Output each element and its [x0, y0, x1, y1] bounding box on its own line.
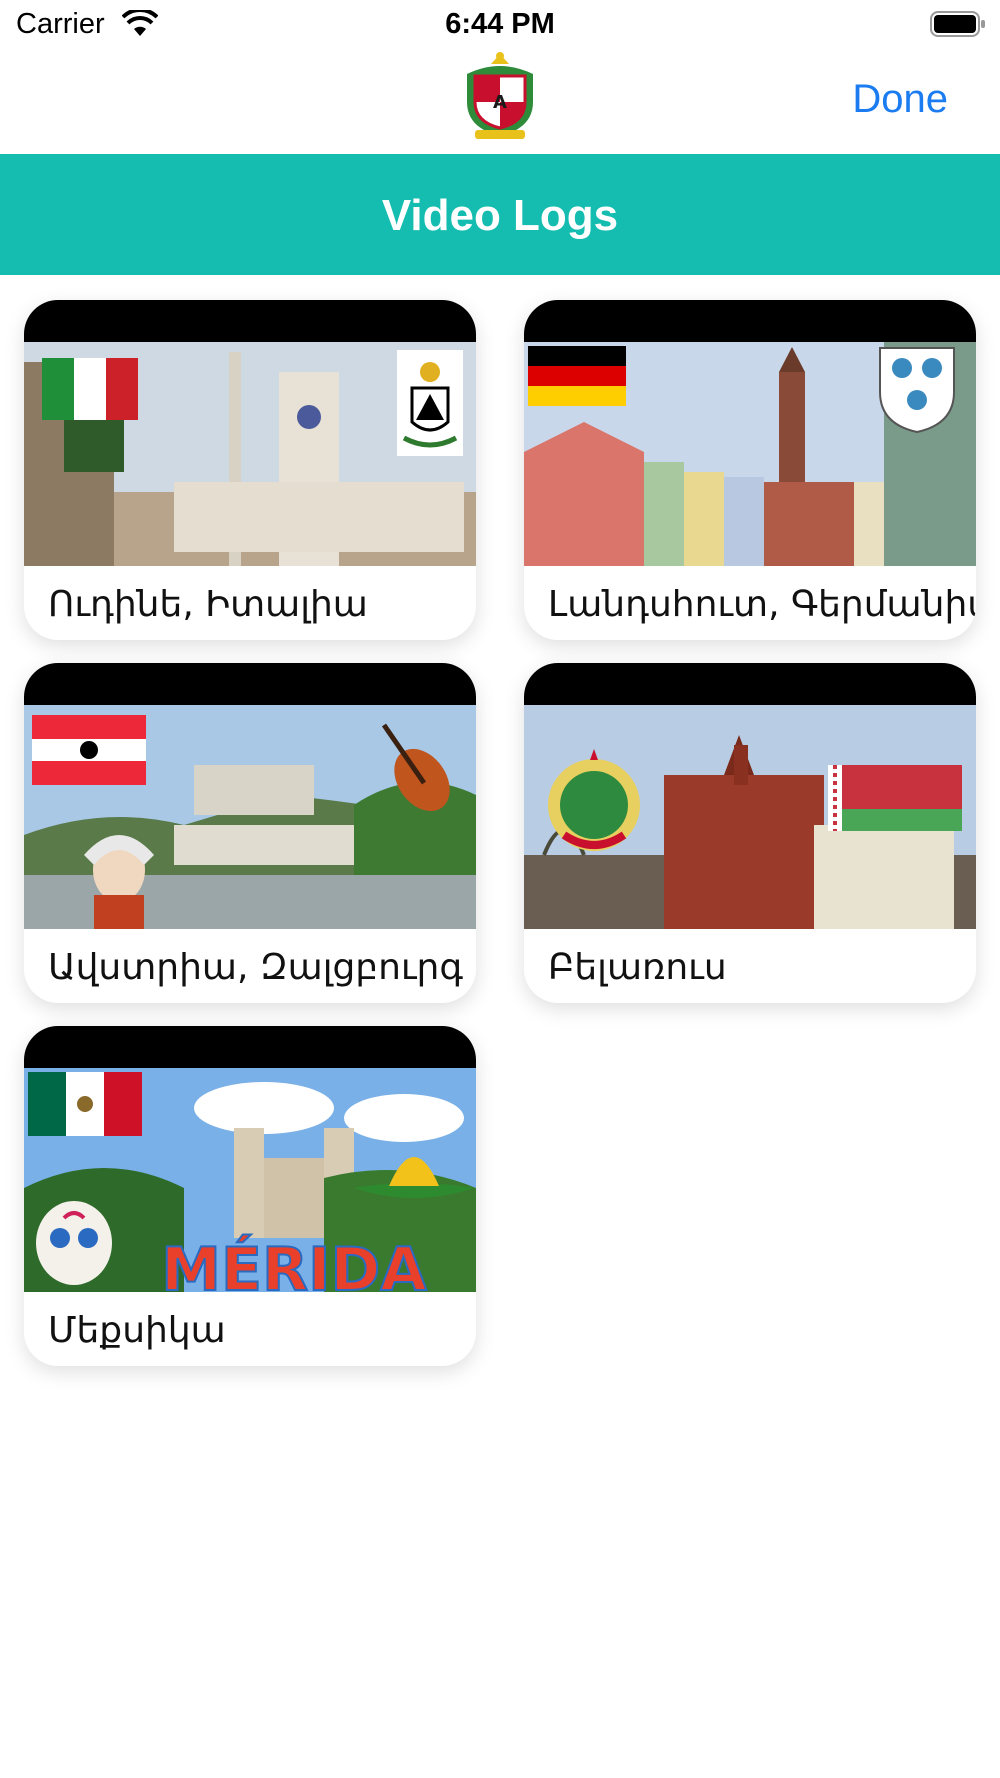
austria-flag-icon [32, 715, 146, 785]
video-thumbnail [524, 342, 976, 566]
clock: 6:44 PM [445, 8, 555, 40]
video-log-card-mexico[interactable]: MÉRIDA Մեքսիկա [24, 1026, 476, 1366]
card-title: Ավստրիա, Զալցբուրգ [48, 947, 464, 988]
video-log-card-salzburg[interactable]: Ավստրիա, Զալցբուրգ [24, 663, 476, 1003]
card-title: Բելառուս [548, 947, 727, 988]
video-thumbnail [524, 705, 976, 929]
sugar-skull-icon [36, 1201, 112, 1285]
video-thumbnail: MÉRIDA [24, 1068, 476, 1292]
title-banner: Video Logs [0, 154, 1000, 275]
status-bar: Carrier 6:44 PM [0, 0, 1000, 50]
done-button[interactable]: Done [852, 77, 948, 122]
card-header-strip [524, 300, 976, 344]
merida-sign: MÉRIDA [161, 1233, 427, 1292]
card-header-strip [24, 1026, 476, 1070]
udine-crest-icon [397, 350, 463, 456]
video-log-card-udine[interactable]: Ուդինե, Իտալիա [24, 300, 476, 640]
germany-flag-icon [528, 346, 626, 406]
video-thumbnail [24, 705, 476, 929]
coat-of-arms-icon: A [467, 52, 533, 139]
card-title: Լանդսհուտ, Գերմանիա [548, 584, 976, 625]
card-title: Ուդինե, Իտալիա [48, 584, 368, 625]
card-header-strip [524, 663, 976, 707]
video-log-card-landshut[interactable]: Լանդսհուտ, Գերմանիա [524, 300, 976, 640]
italy-flag-icon [42, 358, 138, 420]
card-header-strip [24, 300, 476, 344]
video-thumbnail [24, 342, 476, 566]
landshut-crest-icon [879, 347, 955, 434]
card-title: Մեքսիկա [48, 1310, 226, 1351]
svg-text:A: A [493, 92, 507, 113]
page-title: Video Logs [381, 191, 619, 240]
mexico-flag-icon [28, 1072, 142, 1136]
navigation-bar: A Done [0, 50, 1000, 154]
battery-icon [930, 11, 985, 37]
card-header-strip [24, 663, 476, 707]
video-log-card-belarus[interactable]: Բելառուս [524, 663, 976, 1003]
belarus-flag-icon [828, 765, 962, 831]
